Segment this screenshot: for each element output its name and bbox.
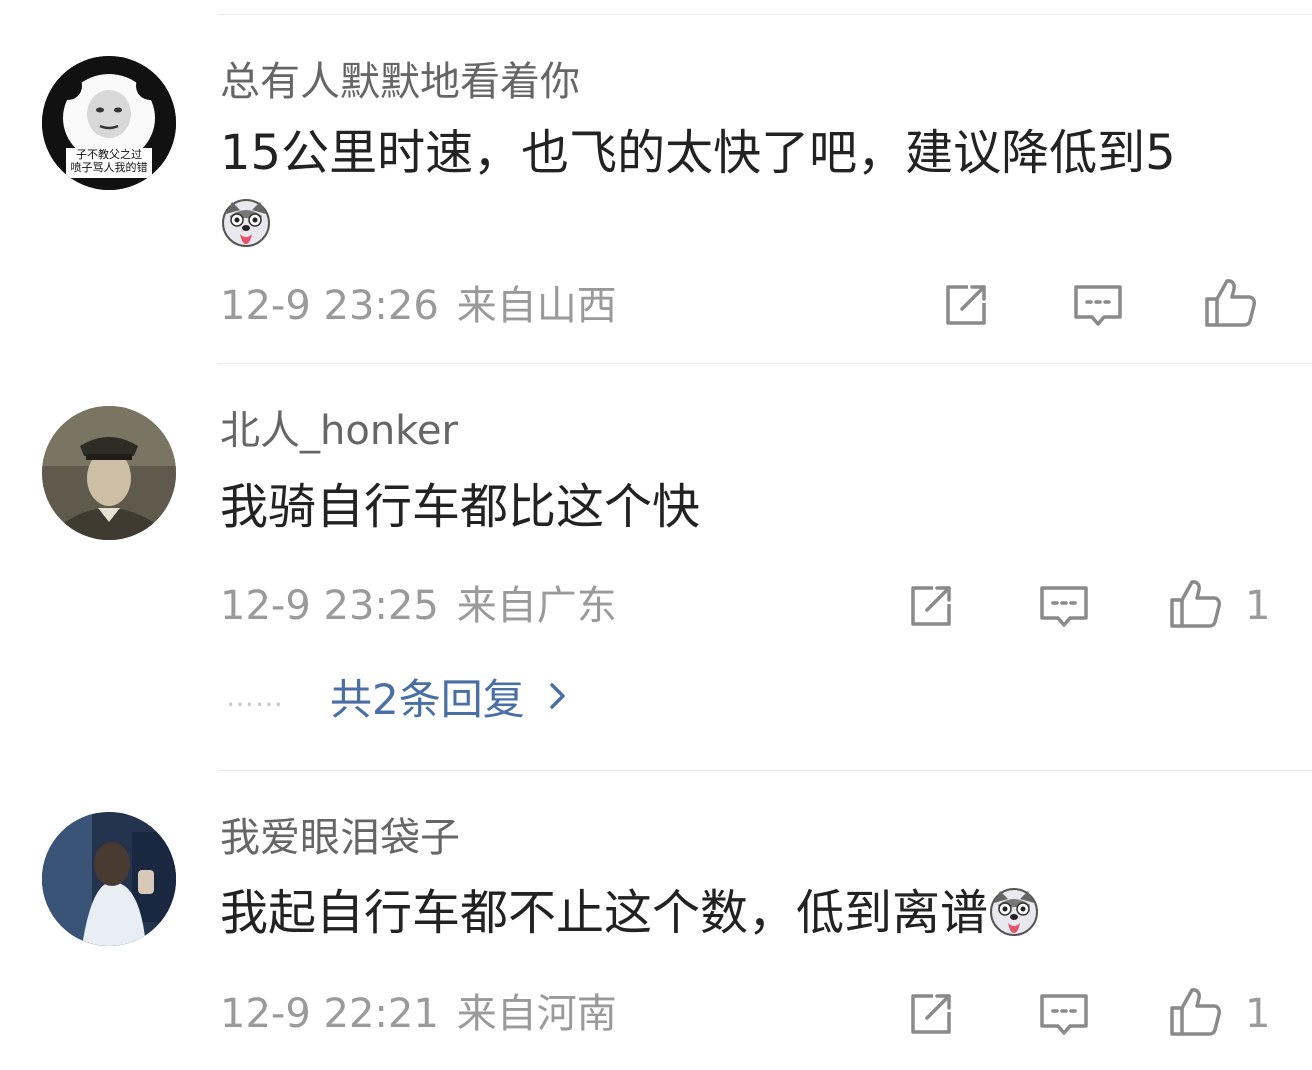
divider: [218, 363, 1312, 364]
like-count: 1: [1245, 991, 1271, 1037]
reply-indent-dots: ……: [226, 679, 284, 713]
avatar[interactable]: [42, 812, 176, 946]
comment-text-body: 我起自行车都不止这个数，低到离谱: [220, 885, 989, 941]
share-icon[interactable]: [903, 986, 959, 1042]
like-count: 1: [1245, 583, 1271, 629]
avatar[interactable]: 子不教父之过 喷子骂人我的错: [42, 56, 176, 190]
comment-meta: 12-9 22:21 来自河南: [220, 988, 617, 1040]
location: 来自山西: [456, 283, 617, 329]
share-icon[interactable]: [938, 277, 994, 333]
avatar-caption-line-1: 子不教父之过: [76, 148, 142, 161]
comment-text: 15公里时速，也飞的太快了吧，建议降低到5: [220, 122, 1176, 184]
comment-icon[interactable]: [1036, 578, 1092, 634]
comment-icon[interactable]: [1036, 986, 1092, 1042]
thumbs-up-icon[interactable]: [1167, 984, 1223, 1040]
username[interactable]: 我爱眼泪袋子: [220, 812, 460, 864]
avatar-caption-line-2: 喷子骂人我的错: [70, 161, 148, 174]
avatar[interactable]: [42, 406, 176, 540]
username[interactable]: 北人_honker: [220, 405, 458, 457]
location: 来自河南: [456, 991, 617, 1037]
location: 来自广东: [456, 583, 617, 629]
chevron-right-icon: [549, 683, 565, 709]
comment-meta: 12-9 23:25 来自广东: [220, 580, 617, 632]
husky-face-emoji: [220, 196, 272, 248]
husky-face-emoji: [988, 885, 1040, 937]
girl-photo-avatar-image: [42, 812, 176, 946]
timestamp: 12-9 23:26: [220, 283, 439, 329]
username[interactable]: 总有人默默地看着你: [220, 56, 580, 108]
timestamp: 12-9 22:21: [220, 991, 439, 1037]
soldier-portrait-avatar-image: [42, 406, 176, 540]
timestamp: 12-9 23:25: [220, 583, 439, 629]
divider: [218, 770, 1312, 771]
avatar-caption: 子不教父之过 喷子骂人我的错: [42, 148, 176, 174]
thumbs-up-icon[interactable]: [1202, 275, 1258, 331]
comment-text: 我起自行车都不止这个数，低到离谱: [220, 882, 1040, 944]
comment-text: 我骑自行车都比这个快: [220, 479, 701, 535]
share-icon[interactable]: [903, 578, 959, 634]
comment-emoji-line: [220, 196, 272, 248]
comment-text-body: 15公里时速，也飞的太快了吧，建议降低到5: [220, 125, 1176, 181]
reply-count-label: 共2条回复: [330, 674, 525, 724]
divider: [218, 14, 1312, 15]
view-replies-link[interactable]: …… 共2条回复: [226, 670, 569, 724]
comment-meta: 12-9 23:26 来自山西: [220, 280, 617, 332]
comment-icon[interactable]: [1070, 277, 1126, 333]
thumbs-up-icon[interactable]: [1167, 576, 1223, 632]
